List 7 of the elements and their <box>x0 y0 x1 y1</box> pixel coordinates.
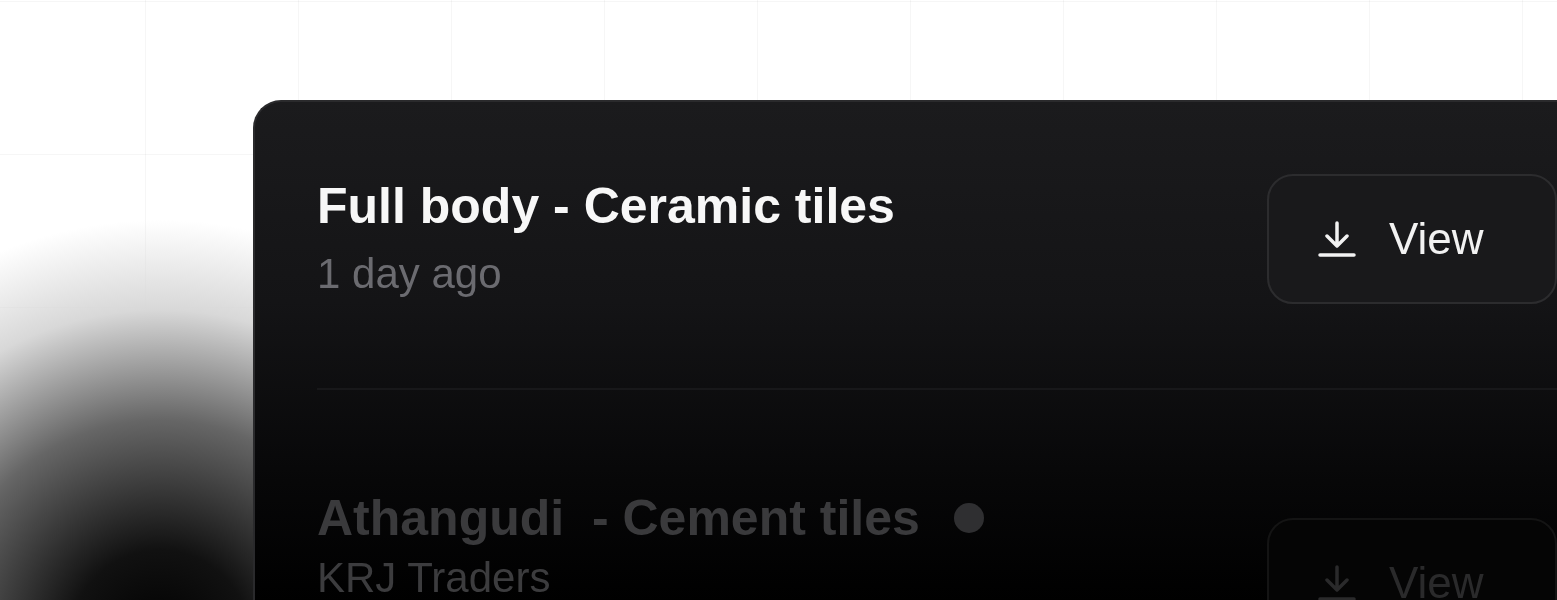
view-button[interactable]: View <box>1267 174 1557 304</box>
item-subtitle: 1 day ago <box>317 249 503 299</box>
item-subtitle: KRJ Traders <box>317 553 552 600</box>
item-title: Athangudi - Cement tiles <box>317 490 920 546</box>
item-title: Full body - Ceramic tiles <box>317 178 895 234</box>
download-icon <box>1317 563 1357 600</box>
download-icon <box>1317 219 1357 259</box>
